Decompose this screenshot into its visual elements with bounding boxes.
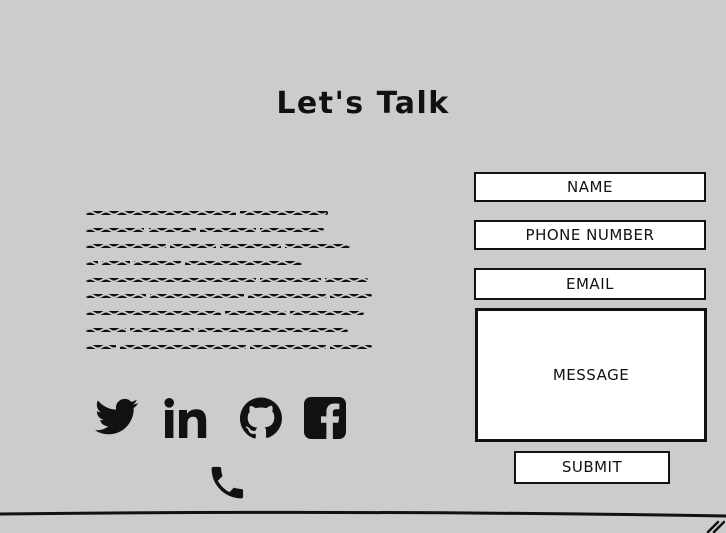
bottom-divider [0, 510, 726, 518]
page-title: Let's Talk [276, 86, 450, 121]
name-field[interactable]: NAME [474, 172, 706, 202]
linkedin-icon[interactable] [164, 398, 208, 438]
submit-button[interactable]: SUBMIT [514, 451, 670, 484]
github-icon[interactable] [240, 397, 282, 439]
placeholder-text-block [86, 207, 376, 353]
twitter-icon[interactable] [95, 398, 139, 436]
email-field[interactable]: EMAIL [474, 268, 706, 300]
phone-number-field[interactable]: PHONE NUMBER [474, 220, 706, 250]
facebook-icon[interactable] [304, 397, 346, 439]
message-placeholder: MESSAGE [552, 366, 630, 384]
phone-icon[interactable] [207, 460, 249, 500]
resize-handle-icon[interactable] [705, 520, 725, 533]
message-field[interactable]: MESSAGE [475, 308, 707, 442]
